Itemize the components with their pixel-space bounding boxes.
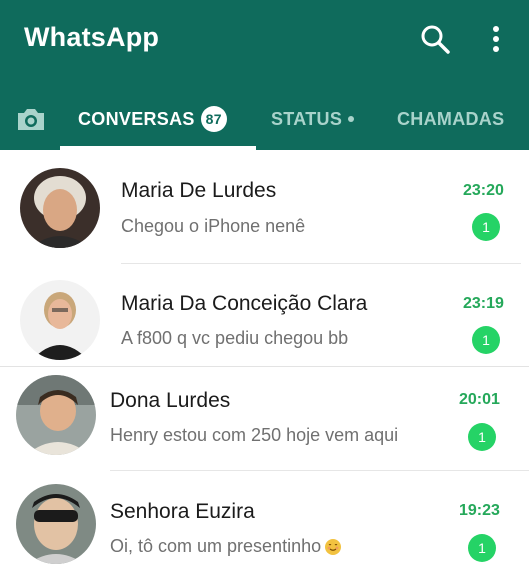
last-message: A f800 q vc pediu chegou bb — [121, 328, 349, 348]
app-title: WhatsApp — [24, 22, 160, 52]
unread-badge: 1 — [472, 213, 500, 241]
contact-name: Senhora Euzira — [110, 500, 255, 523]
unread-badge: 1 — [472, 326, 500, 354]
unread-badge: 1 — [468, 534, 496, 562]
tab-calls-label: CHAMADAS — [397, 109, 505, 129]
last-message-text: Oi, tô com um presentinho — [110, 536, 322, 556]
smiling-face-icon — [325, 539, 342, 556]
message-time: 20:01 — [459, 391, 500, 408]
app-header: WhatsApp CONVERSAS 87 STATUS CHAMADAS — [0, 0, 529, 150]
unread-count-badge: 87 — [200, 105, 227, 132]
tab-bar: CONVERSAS 87 STATUS CHAMADAS — [0, 92, 529, 150]
tab-chats-label: CONVERSAS — [78, 109, 195, 129]
more-options-button[interactable] — [484, 22, 508, 56]
search-icon — [421, 25, 450, 54]
camera-icon — [18, 109, 44, 130]
chat-item[interactable]: Maria De Lurdes Chegou o iPhone nenê 23:… — [0, 150, 529, 264]
avatar[interactable] — [16, 375, 96, 455]
unread-badge: 1 — [468, 423, 496, 451]
last-message: Oi, tô com um presentinho — [110, 536, 342, 557]
message-time: 23:20 — [463, 182, 504, 199]
last-message: Henry estou com 250 hoje vem aqui — [110, 425, 399, 445]
tab-chats[interactable]: CONVERSAS 87 — [78, 104, 227, 134]
tab-camera[interactable] — [14, 104, 48, 134]
avatar[interactable] — [16, 484, 96, 564]
chat-item[interactable]: Dona Lurdes Henry estou com 250 hoje vem… — [0, 366, 529, 471]
contact-name: Dona Lurdes — [110, 389, 231, 412]
message-time: 23:19 — [463, 295, 504, 312]
avatar[interactable] — [20, 280, 100, 360]
search-button[interactable] — [418, 22, 452, 56]
tab-status-label: STATUS — [271, 109, 343, 129]
chat-list: Maria De Lurdes Chegou o iPhone nenê 23:… — [0, 150, 529, 580]
contact-name: Maria De Lurdes — [121, 179, 277, 202]
status-dot — [348, 115, 355, 122]
chat-item[interactable]: Senhora Euzira Oi, tô com um presentinho… — [0, 470, 529, 580]
last-message: Chegou o iPhone nenê — [121, 216, 306, 236]
tab-status[interactable]: STATUS — [271, 104, 355, 134]
message-time: 19:23 — [459, 502, 500, 519]
avatar[interactable] — [20, 168, 100, 248]
chat-item[interactable]: Maria Da Conceição Clara A f800 q vc ped… — [0, 264, 529, 366]
tab-calls[interactable]: CHAMADAS — [397, 104, 504, 134]
more-vertical-icon — [493, 26, 499, 52]
contact-name: Maria Da Conceição Clara — [121, 292, 368, 315]
